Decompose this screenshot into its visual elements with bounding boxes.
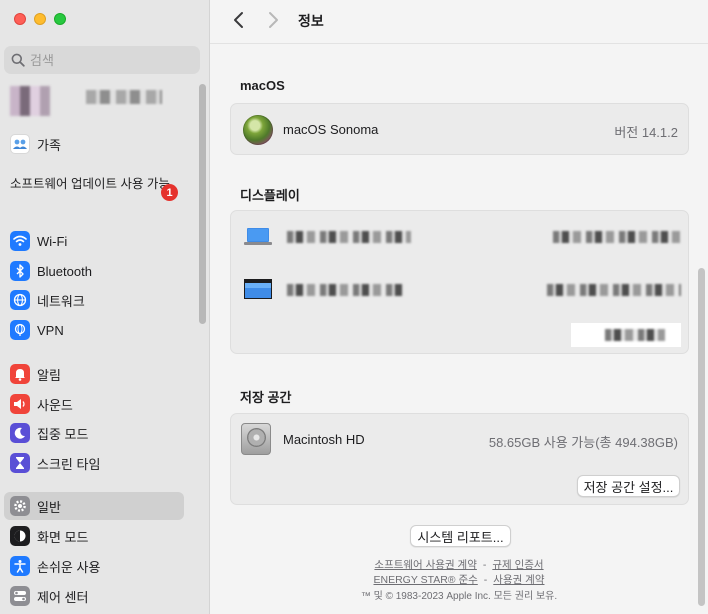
sidebar-item-label: 사운드 (37, 397, 73, 413)
software-update-label: 소프트웨어 업데이트 사용 가능 (10, 177, 170, 191)
sidebar-item-family[interactable]: 가족 (4, 130, 184, 158)
sidebar-item-label: 가족 (37, 137, 61, 153)
main-content: 정보 macOS macOS Sonoma 버전 14.1.2 디스플레이 저장… (210, 0, 708, 614)
disk-info: 58.65GB 사용 가능(총 494.38GB) (488, 435, 678, 450)
sidebar-item-label: 화면 모드 (37, 529, 89, 545)
sidebar-scrollbar[interactable] (199, 84, 206, 324)
footer-links-row-1: 소프트웨어 사용권 계약 - 규제 인증서 (210, 557, 708, 572)
bluetooth-icon (10, 261, 30, 281)
display-1-spec-redacted (553, 231, 681, 243)
displays-section-title: 디스플레이 (240, 188, 300, 203)
regulatory-certification-link[interactable]: 규제 인증서 (492, 559, 543, 571)
macos-sonoma-logo-icon (243, 115, 273, 145)
bell-icon (10, 364, 30, 384)
main-scrollbar[interactable] (698, 268, 705, 606)
hourglass-icon (10, 453, 30, 473)
sidebar-item-label: 알림 (37, 367, 61, 383)
displays-card (230, 210, 689, 354)
display-2-spec-redacted (547, 284, 681, 296)
energy-star-link[interactable]: ENERGY STAR® 준수 (374, 574, 478, 586)
display-settings-label-redacted (605, 329, 665, 341)
appearance-icon (10, 526, 30, 546)
sidebar-item-appearance[interactable]: 화면 모드 (4, 522, 184, 550)
sidebar-item-label: 손쉬운 사용 (37, 559, 101, 575)
chevron-left-icon (234, 12, 243, 28)
update-count-badge: 1 (161, 184, 178, 201)
apple-account-row[interactable] (10, 86, 190, 116)
laptop-display-icon (244, 228, 272, 245)
sidebar-item-hourglass[interactable]: 스크린 타임 (4, 449, 184, 477)
toolbar: 정보 (210, 0, 708, 44)
control-center-icon (10, 586, 30, 606)
display-1-name-redacted (287, 231, 411, 243)
sidebar-item-label: 집중 모드 (37, 426, 89, 442)
storage-settings-button[interactable]: 저장 공간 설정... (577, 475, 680, 497)
sidebar-item-speaker[interactable]: 사운드 (4, 390, 184, 418)
storage-card: Macintosh HD 58.65GB 사용 가능(총 494.38GB) 저… (230, 413, 689, 505)
external-monitor-icon (244, 279, 272, 299)
sidebar-item-label: 제어 센터 (37, 589, 89, 605)
sidebar-item-control-center[interactable]: 제어 센터 (4, 582, 184, 610)
speaker-icon (10, 394, 30, 414)
copyright-text: ™ 및 © 1983-2023 Apple Inc. 모든 권리 보유. (360, 591, 558, 602)
license-agreement-link[interactable]: 소프트웨어 사용권 계약 (374, 559, 476, 571)
footer-links-row-2: ENERGY STAR® 준수 - 사용권 계약 (210, 572, 708, 587)
search-field[interactable] (4, 46, 200, 74)
sidebar-item-gear[interactable]: 일반 (4, 492, 184, 520)
sidebar-item-globe[interactable]: 네트워크 (4, 286, 184, 314)
display-2-name-redacted (287, 284, 403, 296)
minimize-window-button[interactable] (34, 13, 46, 25)
sidebar-item-label: VPN (37, 322, 64, 338)
sidebar-item-accessibility[interactable]: 손쉬운 사용 (4, 552, 184, 580)
forward-button[interactable] (262, 9, 284, 31)
search-input[interactable] (30, 52, 180, 68)
vpn-globe-icon (10, 320, 30, 340)
globe-icon (10, 290, 30, 310)
display-settings-button-redacted[interactable] (571, 323, 681, 347)
macos-version: 버전 14.1.2 (614, 125, 678, 140)
gear-icon (10, 496, 30, 516)
avatar (10, 86, 50, 116)
page-title: 정보 (298, 13, 324, 29)
sidebar-item-label: Bluetooth (37, 263, 92, 279)
sidebar-item-label: 네트워크 (37, 293, 85, 309)
sidebar-item-label: 일반 (37, 499, 61, 515)
storage-section-title: 저장 공간 (240, 390, 292, 405)
account-name-redacted (86, 90, 162, 104)
sidebar-item-vpn-globe[interactable]: VPN (4, 316, 184, 344)
macos-name: macOS Sonoma (283, 122, 379, 137)
disk-name: Macintosh HD (283, 432, 365, 447)
sidebar-item-bell[interactable]: 알림 (4, 360, 184, 388)
window-controls (14, 13, 66, 25)
moon-icon (10, 423, 30, 443)
footer-separator: - (482, 559, 487, 571)
wifi-icon (10, 231, 30, 251)
search-icon (11, 53, 25, 67)
system-report-button[interactable]: 시스템 리포트... (410, 525, 511, 547)
back-button[interactable] (228, 9, 250, 31)
family-icon (10, 134, 30, 154)
terms-link[interactable]: 사용권 계약 (493, 574, 544, 586)
sidebar: 가족 소프트웨어 업데이트 사용 가능 1 Wi-Fi Bluetooth 네트워크… (0, 0, 210, 614)
sidebar-item-label: Wi-Fi (37, 233, 68, 249)
sidebar-item-label: 스크린 타임 (37, 456, 101, 472)
sidebar-item-wifi[interactable]: Wi-Fi (4, 227, 184, 255)
footer-separator: - (483, 574, 488, 586)
zoom-window-button[interactable] (54, 13, 66, 25)
macos-section-title: macOS (240, 78, 285, 93)
system-settings-window: 가족 소프트웨어 업데이트 사용 가능 1 Wi-Fi Bluetooth 네트워크… (0, 0, 708, 614)
macos-card: macOS Sonoma 버전 14.1.2 (230, 103, 689, 155)
hard-drive-icon (241, 423, 271, 455)
accessibility-icon (10, 556, 30, 576)
chevron-right-icon (269, 12, 278, 28)
sidebar-item-bluetooth[interactable]: Bluetooth (4, 257, 184, 285)
close-window-button[interactable] (14, 13, 26, 25)
sidebar-item-moon[interactable]: 집중 모드 (4, 419, 184, 447)
